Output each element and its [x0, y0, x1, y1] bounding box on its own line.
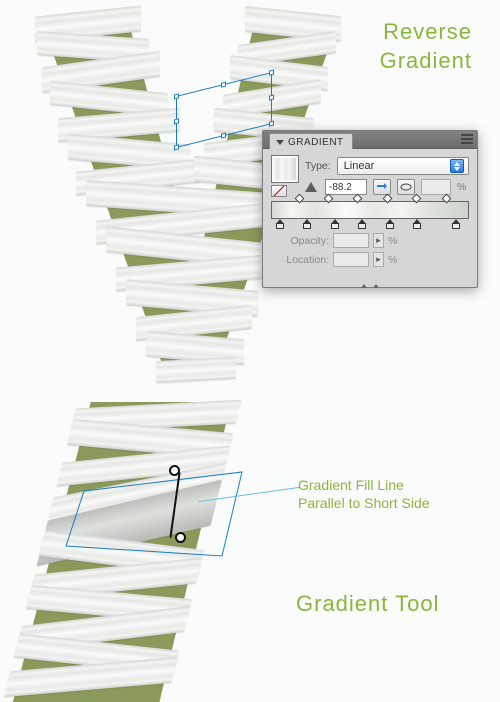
gradient-annotator-start[interactable]	[169, 465, 180, 476]
panel-resize-grip[interactable]	[361, 281, 379, 285]
opacity-label: Opacity:	[271, 235, 329, 247]
color-stop[interactable]	[413, 219, 421, 229]
wrap-strip	[156, 357, 236, 383]
resize-handle[interactable]	[221, 82, 226, 88]
color-stop[interactable]	[358, 219, 366, 229]
panel-body: Type: Linear -88.2	[263, 149, 477, 287]
gradient-ramp[interactable]	[271, 201, 469, 219]
twirl-icon[interactable]	[276, 140, 284, 149]
panel-menu-icon[interactable]	[461, 134, 473, 144]
color-stop[interactable]	[276, 219, 284, 229]
gradient-swatch[interactable]	[271, 155, 299, 183]
location-field[interactable]	[333, 252, 369, 267]
panel-title: GRADIENT	[288, 137, 344, 148]
type-select[interactable]: Linear	[337, 157, 469, 175]
artboard-bottom	[0, 410, 500, 682]
color-stop[interactable]	[303, 219, 311, 229]
resize-handle[interactable]	[174, 93, 179, 99]
location-stepper[interactable]: ▸	[373, 252, 384, 267]
swap-arrows-icon	[376, 182, 388, 192]
opacity-field[interactable]	[333, 233, 369, 248]
color-stop[interactable]	[452, 219, 460, 229]
angle-input[interactable]: -88.2	[325, 179, 367, 195]
reverse-gradient-button[interactable]	[373, 179, 391, 195]
color-stop[interactable]	[386, 219, 394, 229]
type-value: Linear	[344, 160, 375, 172]
stroke-well[interactable]	[271, 185, 287, 197]
gradient-tab[interactable]: GRADIENT	[269, 133, 353, 149]
pct-label: %	[457, 181, 466, 193]
column-artwork	[7, 402, 238, 702]
location-label: Location:	[271, 254, 329, 266]
annotation-gradient-tool: Gradient Tool	[296, 590, 439, 619]
panel-tabbar[interactable]: GRADIENT	[263, 131, 477, 149]
gradient-panel[interactable]: GRADIENT Type: Linear	[262, 130, 478, 288]
gradient-annotator-end[interactable]	[175, 532, 186, 543]
type-stepper-icon[interactable]	[450, 159, 464, 173]
aspect-ratio-button[interactable]	[397, 179, 415, 195]
type-label: Type:	[305, 160, 331, 172]
callout-text: Gradient Fill Line Parallel to Short Sid…	[298, 476, 430, 512]
annotation-reverse-gradient: Reverse Gradient	[380, 18, 472, 75]
opacity-stepper[interactable]: ▸	[373, 233, 384, 248]
pct-label: %	[388, 254, 397, 266]
ellipse-icon	[400, 182, 412, 192]
pct-label: %	[388, 235, 397, 247]
resize-handle[interactable]	[174, 118, 179, 124]
angle-icon	[305, 182, 317, 192]
color-stop[interactable]	[331, 219, 339, 229]
